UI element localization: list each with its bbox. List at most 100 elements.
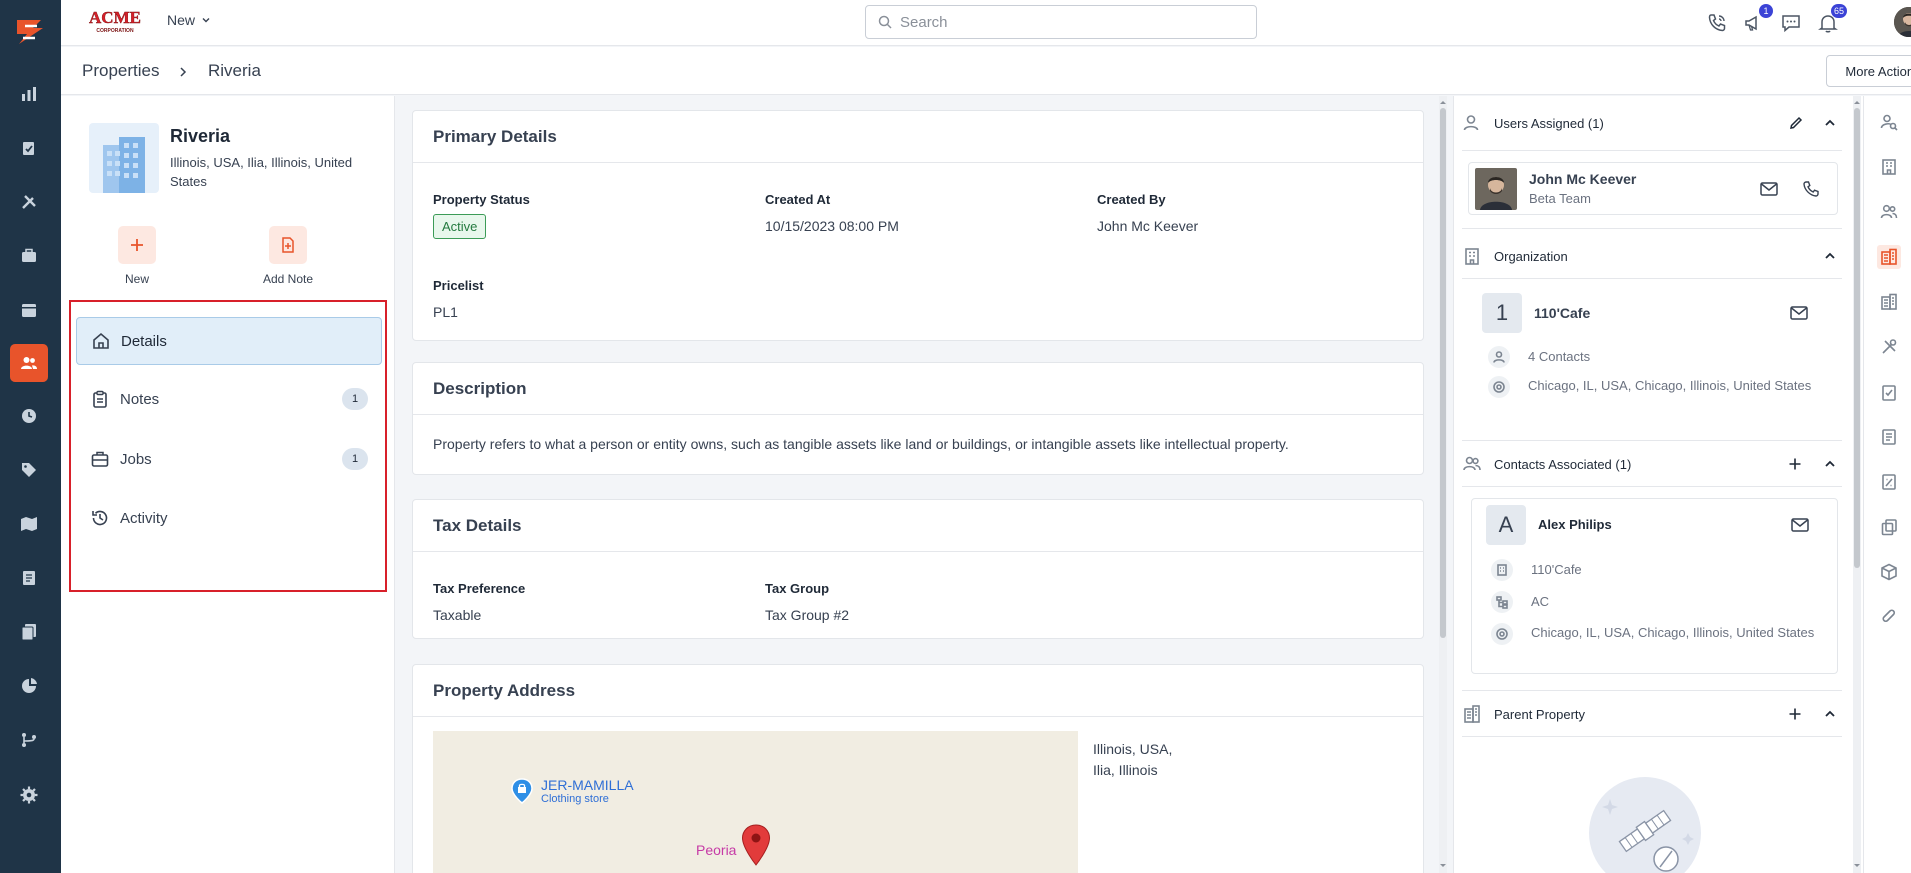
field-label: Created At bbox=[765, 192, 831, 207]
property-map[interactable]: JER-MAMILLA Clothing store Peoria bbox=[433, 731, 1078, 873]
search-input[interactable] bbox=[900, 13, 1230, 31]
workflow-icon[interactable] bbox=[10, 721, 48, 759]
property-name: Riveria bbox=[170, 126, 231, 146]
dashboard-icon[interactable] bbox=[10, 75, 48, 113]
new-action-button[interactable]: New bbox=[117, 226, 157, 286]
chevron-up-icon[interactable] bbox=[1820, 704, 1840, 724]
contacts-icon[interactable] bbox=[1877, 200, 1901, 224]
chevron-up-icon[interactable] bbox=[1820, 246, 1840, 266]
search-box[interactable] bbox=[865, 5, 1257, 39]
clock-icon[interactable] bbox=[10, 397, 48, 435]
scrollbar-thumb[interactable] bbox=[1854, 108, 1860, 568]
nav-item-label: Details bbox=[121, 332, 167, 350]
field-label: Pricelist bbox=[433, 278, 484, 293]
more-actions-button[interactable]: More Actions bbox=[1826, 55, 1911, 87]
nav-item-label: Notes bbox=[120, 390, 160, 408]
pricelist-value: PL1 bbox=[433, 304, 458, 320]
tag-icon[interactable] bbox=[10, 451, 48, 489]
divider bbox=[1462, 278, 1842, 279]
phone-icon[interactable] bbox=[1801, 179, 1821, 199]
bell-badge: 65 bbox=[1830, 4, 1847, 18]
tax-details-card: Tax Details Tax Preference Taxable Tax G… bbox=[412, 499, 1424, 639]
package-icon[interactable] bbox=[1877, 560, 1901, 584]
nav-item-notes[interactable]: Notes 1 bbox=[76, 375, 382, 423]
mail-icon[interactable] bbox=[1759, 179, 1779, 199]
app-sidebar bbox=[0, 0, 61, 873]
contacts-icon[interactable] bbox=[10, 344, 48, 382]
chevron-up-icon[interactable] bbox=[1820, 454, 1840, 474]
map-icon[interactable] bbox=[10, 505, 48, 543]
app-logo-icon[interactable] bbox=[11, 12, 49, 50]
assigned-user-card[interactable]: John Mc Keever Beta Team bbox=[1468, 162, 1838, 215]
contact-name[interactable]: Alex Philips bbox=[1538, 517, 1612, 532]
nav-item-details[interactable]: Details bbox=[76, 317, 382, 365]
tools-icon[interactable] bbox=[10, 183, 48, 221]
settings-icon[interactable] bbox=[10, 776, 48, 814]
nav-item-activity[interactable]: Activity bbox=[76, 494, 382, 542]
main-content: Primary Details Property Status Active C… bbox=[396, 96, 1452, 873]
invoice-icon[interactable] bbox=[1877, 425, 1901, 449]
right-panel-scrollbar[interactable] bbox=[1853, 96, 1861, 873]
add-parent-property-icon[interactable] bbox=[1785, 704, 1805, 724]
contact-card[interactable]: A Alex Philips 110'Cafe AC Chicago, IL, … bbox=[1471, 498, 1838, 674]
new-action-label: New bbox=[124, 272, 149, 286]
nav-item-jobs[interactable]: Jobs 1 bbox=[76, 435, 382, 483]
property-address-card: Property Address JER-MAMILLA Clothing st… bbox=[412, 664, 1424, 873]
mail-icon[interactable] bbox=[1790, 515, 1810, 535]
copy-icon[interactable] bbox=[1877, 515, 1901, 539]
add-note-button[interactable]: Add Note bbox=[258, 226, 318, 286]
building-icon bbox=[89, 123, 159, 193]
search-icon bbox=[878, 15, 892, 29]
new-menu[interactable]: New bbox=[167, 12, 211, 28]
clipboard-check-icon[interactable] bbox=[10, 129, 48, 167]
main-scrollbar[interactable] bbox=[1439, 96, 1447, 873]
address-line2: Ilia, Illinois bbox=[1093, 762, 1158, 778]
contact-code: AC bbox=[1531, 594, 1550, 609]
field-label: Created By bbox=[1097, 192, 1166, 207]
attachment-icon[interactable] bbox=[1877, 605, 1901, 629]
estimate-icon[interactable] bbox=[1877, 470, 1901, 494]
scroll-up-icon[interactable] bbox=[1853, 98, 1861, 106]
breadcrumb-properties[interactable]: Properties bbox=[82, 61, 159, 81]
scrollbar-thumb[interactable] bbox=[1440, 108, 1446, 638]
section-title: Contacts Associated (1) bbox=[1494, 456, 1632, 472]
location-pin-icon bbox=[741, 824, 771, 866]
bell-icon[interactable]: 65 bbox=[1815, 4, 1847, 36]
property-icon[interactable] bbox=[1877, 245, 1901, 269]
plus-icon bbox=[118, 226, 156, 264]
chat-icon[interactable] bbox=[1778, 10, 1804, 36]
user-photo bbox=[1475, 168, 1517, 210]
tools-icon[interactable] bbox=[1877, 335, 1901, 359]
contact-address: Chicago, IL, USA, Chicago, Illinois, Uni… bbox=[1531, 625, 1815, 640]
add-note-icon bbox=[269, 226, 307, 264]
user-search-icon[interactable] bbox=[1877, 110, 1901, 134]
add-contact-icon[interactable] bbox=[1785, 454, 1805, 474]
section-title: Parent Property bbox=[1494, 706, 1586, 722]
property-summary-panel: Riveria Illinois, USA, Ilia, Illinois, U… bbox=[61, 96, 395, 873]
scroll-up-icon[interactable] bbox=[1439, 98, 1447, 106]
pie-chart-icon[interactable] bbox=[10, 667, 48, 705]
nav-item-label: Activity bbox=[120, 509, 168, 527]
building-icon[interactable] bbox=[1877, 290, 1901, 314]
clipboard-check-icon[interactable] bbox=[1877, 380, 1901, 404]
add-note-label: Add Note bbox=[262, 272, 314, 286]
organization-name[interactable]: 110'Cafe bbox=[1534, 305, 1590, 321]
organization-icon[interactable] bbox=[1877, 155, 1901, 179]
scroll-down-icon[interactable] bbox=[1439, 862, 1447, 870]
description-text: Property refers to what a person or enti… bbox=[433, 436, 1289, 452]
briefcase-icon[interactable] bbox=[10, 237, 48, 275]
phone-call-icon[interactable] bbox=[1704, 10, 1730, 36]
home-icon bbox=[93, 332, 109, 349]
mail-icon[interactable] bbox=[1789, 303, 1809, 323]
megaphone-icon[interactable]: 1 bbox=[1741, 4, 1773, 36]
calendar-icon[interactable] bbox=[10, 291, 48, 329]
tax-preference-value: Taxable bbox=[433, 607, 482, 623]
right-icon-rail bbox=[1863, 96, 1911, 873]
invoice-icon[interactable] bbox=[10, 559, 48, 597]
documents-icon[interactable] bbox=[10, 613, 48, 651]
scroll-down-icon[interactable] bbox=[1853, 862, 1861, 870]
edit-icon[interactable] bbox=[1786, 113, 1806, 133]
user-avatar[interactable] bbox=[1894, 7, 1911, 37]
organization-icon bbox=[1465, 248, 1479, 265]
chevron-up-icon[interactable] bbox=[1820, 113, 1840, 133]
